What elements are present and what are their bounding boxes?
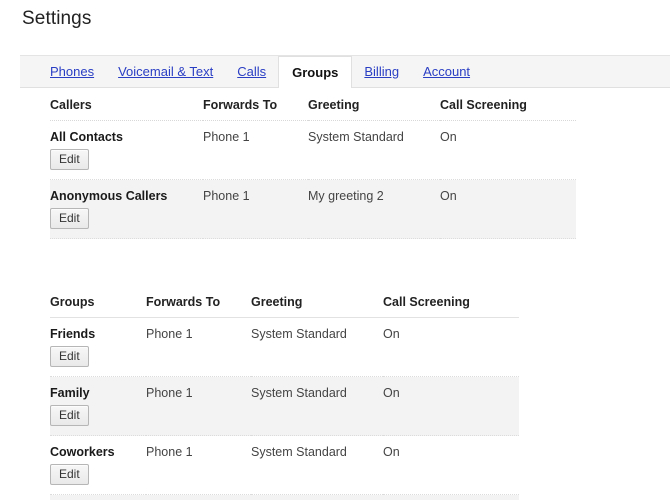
cell-forwards-to-value: Phone 1	[146, 377, 251, 400]
row-name: Anonymous Callers	[50, 180, 203, 203]
cell-greeting: System Standard	[251, 318, 383, 377]
row-name: Friends	[50, 318, 146, 341]
row-name: All Contacts	[50, 121, 203, 144]
column-header-greeting: Greeting	[308, 88, 440, 121]
cell-forwards-to-value: Phone 1	[146, 495, 251, 500]
cell-forwards-to: Phone 1	[146, 377, 251, 436]
tab-list: Phones Voicemail & Text Calls Groups Billing…	[20, 56, 670, 87]
cell-forwards-to: Phone 1	[203, 180, 308, 239]
cell-group-name: StarredEdit	[50, 495, 146, 500]
row-name: Family	[50, 377, 146, 400]
cell-greeting-value: System Standard	[251, 377, 383, 400]
table-row: StarredEditPhone 1System StandardOn	[50, 495, 519, 500]
cell-forwards-to-value: Phone 1	[203, 180, 308, 203]
cell-greeting: System Standard	[251, 377, 383, 436]
column-header-callers: Callers	[50, 88, 203, 121]
cell-call-screening-value: On	[383, 318, 519, 341]
cell-group-name: Friends Edit	[50, 318, 146, 377]
callers-table-body: All ContactsEditPhone 1System StandardOn…	[50, 121, 576, 239]
cell-call-screening: On	[383, 495, 519, 500]
cell-call-screening: On	[383, 377, 519, 436]
tab-groups[interactable]: Groups	[278, 56, 352, 88]
cell-forwards-to: Phone 1	[146, 318, 251, 377]
tab-account[interactable]: Account	[411, 56, 482, 87]
tab-voicemail-text[interactable]: Voicemail & Text	[106, 56, 225, 87]
cell-greeting: System Standard	[308, 121, 440, 180]
column-header-forwards-to: Forwards To	[146, 285, 251, 318]
table-row: Friends Edit Phone 1System StandardOn	[50, 318, 519, 377]
tab-phones[interactable]: Phones	[38, 56, 106, 87]
callers-table-header: Callers Forwards To Greeting Call Screen…	[50, 88, 576, 121]
cell-greeting: System Standard	[251, 495, 383, 500]
settings-panel: Callers Forwards To Greeting Call Screen…	[20, 88, 670, 500]
edit-button[interactable]: Edit	[50, 346, 89, 367]
row-name: Starred	[50, 495, 146, 500]
tab-calls[interactable]: Calls	[225, 56, 278, 87]
cell-call-screening-value: On	[383, 377, 519, 400]
cell-call-screening: On	[440, 180, 576, 239]
cell-call-screening-value: On	[440, 180, 576, 203]
edit-button[interactable]: Edit	[50, 149, 89, 170]
column-header-call-screening: Call Screening	[383, 285, 519, 318]
tab-billing[interactable]: Billing	[352, 56, 411, 87]
tab-label: Groups	[292, 66, 338, 79]
cell-forwards-to: Phone 1	[146, 436, 251, 495]
column-header-forwards-to: Forwards To	[203, 88, 308, 121]
cell-call-screening: On	[383, 436, 519, 495]
cell-call-screening-value: On	[440, 121, 576, 144]
cell-caller-name: Anonymous Callers Edit	[50, 180, 203, 239]
table-row: Family Edit Phone 1System StandardOn	[50, 377, 519, 436]
table-header-row: Groups Forwards To Greeting Call Screeni…	[50, 285, 519, 318]
column-header-call-screening: Call Screening	[440, 88, 576, 121]
groups-table: Groups Forwards To Greeting Call Screeni…	[50, 285, 519, 500]
callers-table: Callers Forwards To Greeting Call Screen…	[50, 88, 576, 239]
cell-group-name: Family Edit	[50, 377, 146, 436]
tab-label: Voicemail & Text	[118, 65, 213, 78]
cell-call-screening: On	[440, 121, 576, 180]
groups-table-header: Groups Forwards To Greeting Call Screeni…	[50, 285, 519, 318]
cell-greeting-value: My greeting 2	[308, 180, 440, 203]
table-header-row: Callers Forwards To Greeting Call Screen…	[50, 88, 576, 121]
tab-label: Account	[423, 65, 470, 78]
cell-greeting-value: System Standard	[251, 436, 383, 459]
cell-call-screening-value: On	[383, 495, 519, 500]
cell-caller-name: All Contacts Edit	[50, 121, 203, 180]
tab-label: Phones	[50, 65, 94, 78]
edit-button[interactable]: Edit	[50, 208, 89, 229]
column-header-groups: Groups	[50, 285, 146, 318]
cell-forwards-to-value: Phone 1	[146, 436, 251, 459]
cell-forwards-to: Phone 1	[146, 495, 251, 500]
cell-greeting-value: System Standard	[251, 495, 383, 500]
cell-forwards-to: Phone 1	[203, 121, 308, 180]
cell-call-screening-value: On	[383, 436, 519, 459]
row-name: Coworkers	[50, 436, 146, 459]
cell-greeting: My greeting 2	[308, 180, 440, 239]
cell-group-name: Coworkers Edit	[50, 436, 146, 495]
table-row: All Contacts Edit Phone 1System StandardOn	[50, 121, 576, 180]
cell-call-screening: On	[383, 318, 519, 377]
column-header-greeting: Greeting	[251, 285, 383, 318]
cell-forwards-to-value: Phone 1	[203, 121, 308, 144]
edit-button[interactable]: Edit	[50, 405, 89, 426]
tab-label: Billing	[364, 65, 399, 78]
cell-greeting: System Standard	[251, 436, 383, 495]
settings-tab-bar: Phones Voicemail & Text Calls Groups Billing…	[20, 55, 670, 88]
page-title: Settings	[0, 0, 670, 30]
edit-button[interactable]: Edit	[50, 464, 89, 485]
tab-label: Calls	[237, 65, 266, 78]
cell-forwards-to-value: Phone 1	[146, 318, 251, 341]
cell-greeting-value: System Standard	[251, 318, 383, 341]
table-row: Anonymous Callers Edit Phone 1My greeting …	[50, 180, 576, 239]
groups-table-body: FriendsEditPhone 1System StandardOnFamil…	[50, 318, 519, 500]
table-row: Coworkers Edit Phone 1System StandardOn	[50, 436, 519, 495]
cell-greeting-value: System Standard	[308, 121, 440, 144]
